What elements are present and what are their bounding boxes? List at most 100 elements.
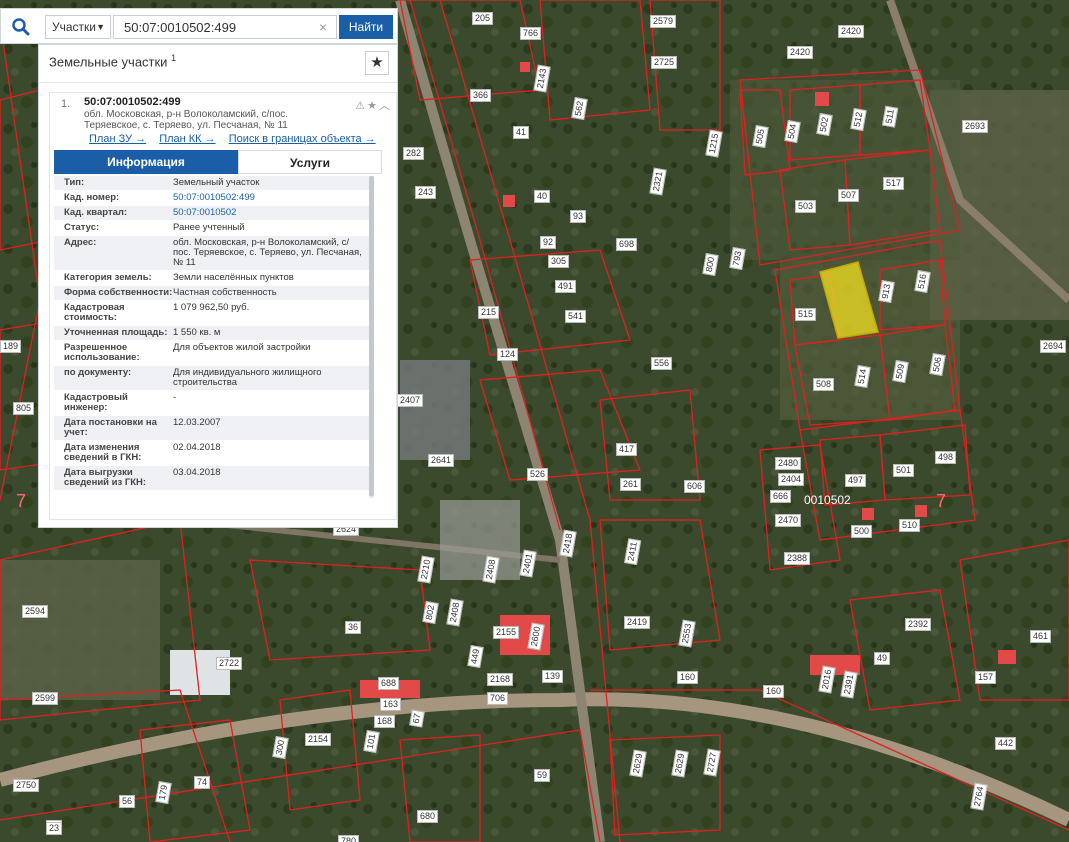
plot-label[interactable]: 160 bbox=[677, 671, 699, 684]
find-button[interactable]: Найти bbox=[339, 15, 393, 39]
plot-label[interactable]: 515 bbox=[795, 308, 817, 321]
plot-label[interactable]: 2420 bbox=[787, 46, 814, 59]
plot-label[interactable]: 2579 bbox=[650, 15, 677, 28]
table-row: Дата изменения сведений в ГКН: 02.04.2018 bbox=[54, 441, 374, 466]
plot-label[interactable]: 503 bbox=[795, 200, 817, 213]
plot-label[interactable]: 92 bbox=[540, 236, 557, 249]
plot-label[interactable]: 706 bbox=[487, 692, 509, 705]
link-plan-kk[interactable]: План КК → bbox=[159, 133, 215, 145]
plot-label[interactable]: 41 bbox=[513, 126, 530, 139]
plot-label[interactable]: 2722 bbox=[216, 657, 243, 670]
plot-label[interactable]: 666 bbox=[770, 490, 792, 503]
plot-label[interactable]: 2155 bbox=[493, 626, 520, 639]
plot-label[interactable]: 282 bbox=[403, 147, 425, 160]
plot-label[interactable]: 56 bbox=[119, 795, 136, 808]
plot-label[interactable]: 688 bbox=[378, 677, 400, 690]
chevron-up-icon[interactable]: ︿ bbox=[379, 100, 392, 112]
tab-services[interactable]: Услуги bbox=[238, 150, 382, 174]
plot-label[interactable]: 2407 bbox=[397, 394, 424, 407]
link-plan-zu[interactable]: План ЗУ → bbox=[89, 133, 146, 145]
plot-label[interactable]: 205 bbox=[472, 12, 494, 25]
plot-label[interactable]: 606 bbox=[684, 480, 706, 493]
category-select[interactable]: Участки ▼ bbox=[45, 15, 111, 39]
plot-label[interactable]: 36 bbox=[345, 621, 362, 634]
zone-label: 7 bbox=[16, 491, 27, 511]
plot-label[interactable]: 243 bbox=[415, 186, 437, 199]
results-panel: Земельные участки 1 ★ 1. 50:07:0010502:4… bbox=[38, 44, 398, 528]
plot-label[interactable]: 780 bbox=[338, 835, 360, 842]
star-icon[interactable]: ★ bbox=[365, 51, 389, 75]
plot-label[interactable]: 160 bbox=[763, 685, 785, 698]
plot-label[interactable]: 2750 bbox=[13, 779, 40, 792]
search-icon[interactable] bbox=[11, 17, 31, 37]
plot-label[interactable]: 59 bbox=[534, 769, 551, 782]
card-action-icons[interactable]: ⚠★︿ bbox=[355, 97, 392, 113]
link-search-in-bounds[interactable]: Поиск в границах объекта → bbox=[229, 133, 376, 145]
row-value: Частная собственность bbox=[173, 287, 277, 298]
plot-label[interactable]: 417 bbox=[616, 443, 638, 456]
row-value[interactable]: 50:07:0010502:499 bbox=[173, 193, 374, 203]
plot-label[interactable]: 461 bbox=[1030, 630, 1052, 643]
plot-label[interactable]: 305 bbox=[548, 255, 570, 268]
plot-label[interactable]: 93 bbox=[570, 210, 587, 223]
plot-label[interactable]: 680 bbox=[417, 810, 439, 823]
scrollbar[interactable] bbox=[369, 176, 374, 498]
plot-label[interactable]: 2599 bbox=[32, 692, 59, 705]
plot-label[interactable]: 2470 bbox=[775, 514, 802, 527]
plot-label[interactable]: 491 bbox=[555, 280, 577, 293]
plot-label[interactable]: 2419 bbox=[624, 616, 651, 629]
row-label: Кадастровый инженер: bbox=[64, 392, 128, 413]
plot-label[interactable]: 507 bbox=[838, 189, 860, 202]
plot-label[interactable]: 74 bbox=[194, 776, 211, 789]
plot-label[interactable]: 168 bbox=[374, 715, 396, 728]
plot-label[interactable]: 508 bbox=[813, 378, 835, 391]
plot-label[interactable]: 2693 bbox=[962, 120, 989, 133]
plot-label[interactable]: 2392 bbox=[905, 618, 932, 631]
plot-label[interactable]: 67 bbox=[409, 709, 425, 728]
plot-label[interactable]: 2404 bbox=[778, 473, 805, 486]
plot-label[interactable]: 2594 bbox=[22, 605, 49, 618]
plot-label[interactable]: 526 bbox=[527, 468, 549, 481]
plot-label[interactable]: 2641 bbox=[428, 454, 455, 467]
table-row: Адрес: обл. Московская, р-н Волоколамский… bbox=[54, 236, 374, 271]
plot-label[interactable]: 497 bbox=[845, 474, 867, 487]
search-input[interactable] bbox=[113, 15, 337, 39]
plot-label[interactable]: 498 bbox=[935, 451, 957, 464]
star-icon[interactable]: ★ bbox=[367, 100, 379, 112]
plot-label[interactable]: 2694 bbox=[1040, 340, 1067, 353]
plot-label[interactable]: 189 bbox=[0, 340, 22, 353]
warning-icon[interactable]: ⚠ bbox=[355, 100, 367, 112]
plot-label[interactable]: 517 bbox=[883, 177, 905, 190]
plot-label[interactable]: 501 bbox=[893, 464, 915, 477]
plot-label[interactable]: 366 bbox=[470, 89, 492, 102]
tab-info[interactable]: Информация bbox=[54, 150, 238, 174]
result-cadastral-number[interactable]: 50:07:0010502:499 bbox=[84, 96, 181, 108]
plot-label[interactable]: 163 bbox=[380, 698, 402, 711]
plot-label[interactable]: 23 bbox=[46, 822, 63, 835]
plot-label[interactable]: 2725 bbox=[651, 56, 678, 69]
plot-label[interactable]: 2168 bbox=[487, 673, 514, 686]
plot-label[interactable]: 40 bbox=[534, 190, 551, 203]
plot-label[interactable]: 124 bbox=[497, 348, 519, 361]
plot-label[interactable]: 2420 bbox=[838, 25, 865, 38]
plot-label[interactable]: 510 bbox=[899, 519, 921, 532]
plot-label[interactable]: 442 bbox=[995, 737, 1017, 750]
plot-label[interactable]: 556 bbox=[651, 357, 673, 370]
plot-label[interactable]: 2480 bbox=[775, 457, 802, 470]
plot-label[interactable]: 139 bbox=[542, 670, 564, 683]
close-icon[interactable]: × bbox=[319, 18, 327, 36]
scrollbar-thumb[interactable] bbox=[369, 176, 374, 496]
plot-label[interactable]: 49 bbox=[874, 652, 891, 665]
plot-label[interactable]: 2388 bbox=[784, 552, 811, 565]
plot-label[interactable]: 215 bbox=[478, 306, 500, 319]
plot-label[interactable]: 2154 bbox=[305, 733, 332, 746]
plot-label[interactable]: 541 bbox=[565, 310, 587, 323]
plot-label[interactable]: 261 bbox=[620, 478, 642, 491]
plot-label[interactable]: 698 bbox=[616, 238, 638, 251]
plot-label[interactable]: 157 bbox=[975, 671, 997, 684]
row-value[interactable]: 50:07:0010502 bbox=[173, 208, 374, 218]
category-select-value: Участки bbox=[52, 20, 96, 34]
plot-label[interactable]: 766 bbox=[520, 27, 542, 40]
plot-label[interactable]: 500 bbox=[851, 525, 873, 538]
plot-label[interactable]: 805 bbox=[13, 402, 35, 415]
